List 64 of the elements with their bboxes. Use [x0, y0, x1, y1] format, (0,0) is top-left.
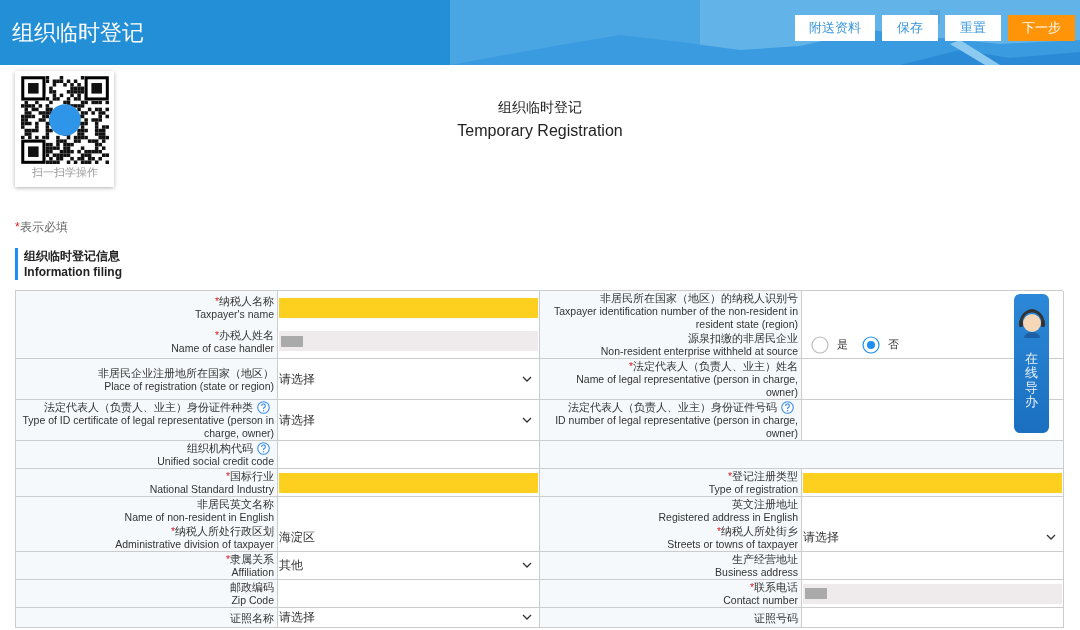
- field-label-english: Zip Code: [231, 594, 274, 607]
- field-label: *法定代表人（负责人、业主）姓名: [628, 360, 798, 373]
- field-label: 源泉扣缴的非居民企业: [688, 332, 798, 345]
- field-label-english: Taxpayer's name: [194, 308, 274, 322]
- section-subtitle: Information filing: [24, 264, 123, 280]
- field-label: 非居民企业注册地所在国家（地区）: [98, 366, 274, 380]
- chevron-down-icon: [1046, 534, 1056, 541]
- field-label: *纳税人名称: [214, 295, 274, 309]
- field-label-english: Affiliation: [231, 566, 274, 579]
- page-title: 组织临时登记: [12, 18, 144, 47]
- field-label-english: Taxpayer identification number of the non-resident in resident state (region): [553, 305, 798, 331]
- field-label: *联系电话: [749, 581, 798, 594]
- field-label: 邮政编码: [230, 581, 274, 594]
- chevron-down-icon: [522, 375, 532, 383]
- radio-button[interactable]: [811, 335, 829, 354]
- field-label-english: Unified social credit code: [157, 455, 274, 468]
- field-label-english: Name of case handler: [171, 341, 274, 355]
- form-subtitle: Temporary Registration: [457, 121, 623, 141]
- field-label: *纳税人所处街乡: [716, 525, 798, 538]
- select-field[interactable]: 请选择: [279, 609, 538, 626]
- field-label-english: National Standard Industry: [149, 483, 274, 496]
- field-label: *登记注册类型: [727, 470, 798, 483]
- online-guide-button[interactable]: 在线导办: [1014, 294, 1049, 433]
- select-field[interactable]: 请选择: [803, 529, 1062, 546]
- field-label: *国标行业: [225, 470, 274, 483]
- form-title: 组织临时登记: [498, 98, 582, 117]
- field-label: 生产经营地址: [732, 553, 798, 566]
- section-title: 组织临时登记信息: [24, 248, 121, 264]
- field-label: *纳税人所处行政区划: [170, 525, 274, 538]
- field-value: 海淀区: [278, 529, 316, 546]
- radio-button[interactable]: [862, 335, 880, 354]
- field-label-english: Non-resident enterprise withheld at source: [600, 345, 798, 358]
- chevron-down-icon: [522, 562, 532, 569]
- field-label: 证照名称: [230, 611, 274, 625]
- chevron-down-icon: [522, 614, 532, 621]
- field-label: 法定代表人（负责人、业主）身份证件种类: [44, 401, 253, 414]
- field-label-english: Contact number: [723, 594, 798, 607]
- field-label-english: Registered address in English: [658, 511, 798, 524]
- select-field[interactable]: 请选择: [279, 411, 538, 429]
- field-label: *办税人姓名: [214, 328, 274, 342]
- field-label: 证照号码: [754, 611, 798, 625]
- select-field[interactable]: 其他: [279, 557, 538, 574]
- field-label-english: Administrative division of taxpayer: [115, 538, 274, 551]
- field-label: 英文注册地址: [732, 498, 798, 511]
- field-label: *隶属关系: [225, 553, 274, 566]
- field-label-english: Name of non-resident in English: [124, 511, 274, 524]
- field-label-english: Place of registration (state or region): [104, 379, 274, 393]
- qr-code-icon: [20, 76, 109, 164]
- field-label: 非居民所在国家（地区）的纳税人识别号: [600, 292, 798, 305]
- field-label-english: ID number of legal representative (person in charge, owner): [554, 414, 798, 440]
- field-label-english: Name of legal representative (person in charge, owner): [575, 373, 798, 399]
- field-label-english: Type of registration: [708, 483, 798, 496]
- field-label: 组织机构代码: [187, 442, 253, 455]
- field-label-english: Business address: [715, 566, 798, 579]
- qr-caption: 扫一扫学操作: [31, 165, 98, 180]
- field-label-english: Streets or towns of taxpayer: [667, 538, 798, 551]
- field-label: 法定代表人（负责人、业主）身份证件号码: [568, 401, 777, 414]
- radio-label: 是: [837, 337, 848, 352]
- chevron-down-icon: [522, 416, 532, 424]
- field-label: 非居民英文名称: [197, 498, 274, 511]
- required-note: *表示必填: [15, 219, 69, 236]
- field-label-english: Type of ID certificate of legal representative (person in charge, owner): [21, 414, 274, 440]
- radio-label: 否: [888, 337, 899, 352]
- select-field[interactable]: 请选择: [279, 370, 538, 388]
